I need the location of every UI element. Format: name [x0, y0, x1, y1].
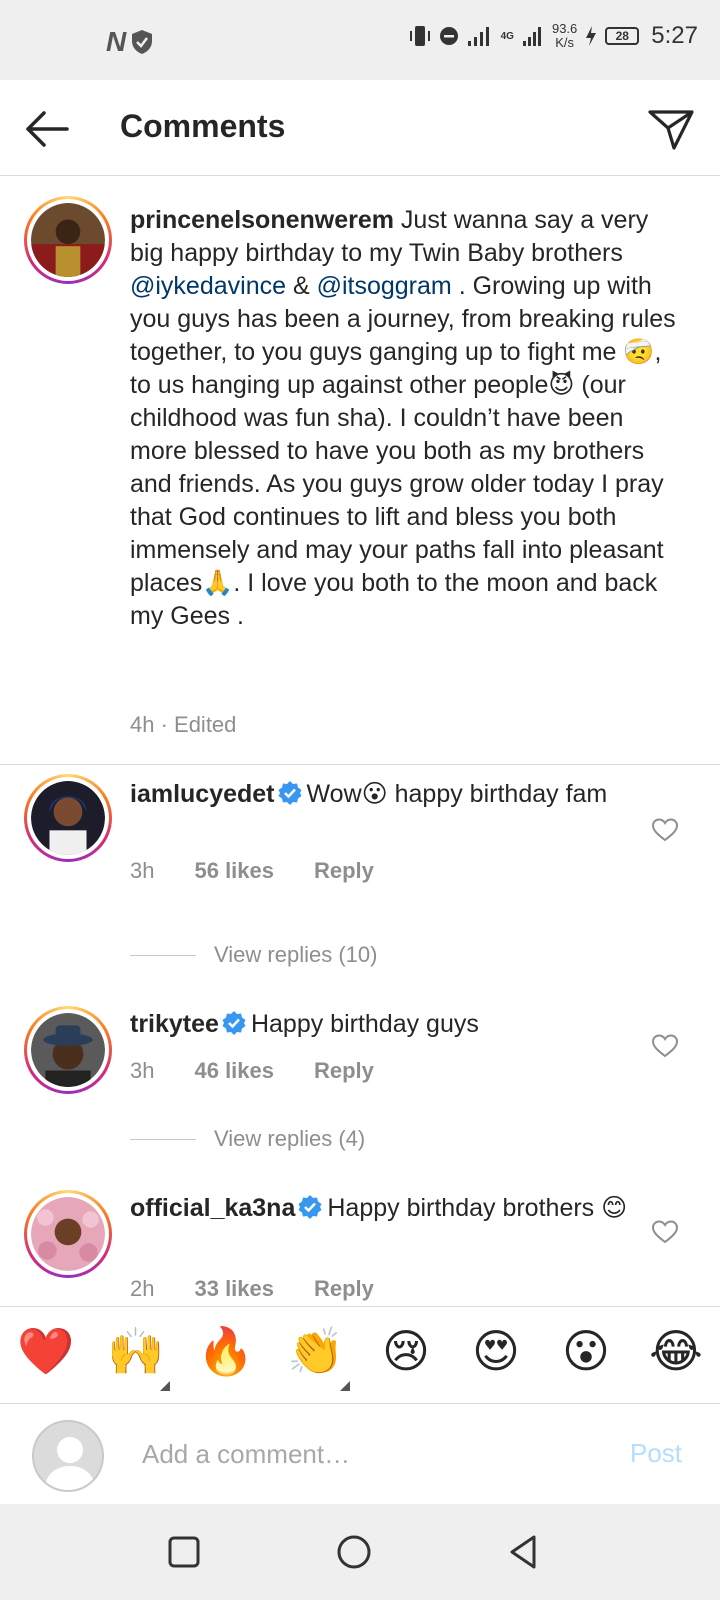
comment-username[interactable]: official_ka3na: [130, 1194, 295, 1222]
emoji-fire[interactable]: 🔥: [196, 1323, 256, 1379]
comment-time: 2h: [130, 1276, 155, 1301]
comment-time: 3h: [130, 1058, 155, 1083]
avatar-photo: [31, 781, 105, 855]
caption-timestamp: 4h · Edited: [130, 712, 237, 737]
skin-tone-indicator-icon: [160, 1381, 170, 1391]
comment-avatar[interactable]: [24, 774, 112, 862]
caption-text-part: &: [286, 272, 317, 300]
mention-link[interactable]: @itsoggram: [317, 272, 452, 300]
network-speed: 93.6 K/s: [552, 22, 577, 50]
comment-body: Happy birthday brothers 😊: [327, 1194, 628, 1222]
status-right: 4G 93.6 K/s 28 5:27: [409, 22, 698, 50]
view-replies-label: View replies (4): [214, 1126, 366, 1151]
like-heart-icon[interactable]: [652, 1034, 678, 1058]
comment-text: official_ka3na Happy birthday brothers 😊: [130, 1192, 640, 1225]
reply-button[interactable]: Reply: [314, 858, 374, 884]
comment-input[interactable]: [142, 1434, 602, 1474]
comment-meta: 2h 33 likes Reply: [130, 1276, 374, 1302]
page-title: Comments: [120, 108, 286, 144]
comment-username[interactable]: iamlucyedet: [130, 780, 275, 808]
status-bar: N 4G 93.6 K/s 28 5:27: [0, 0, 720, 80]
skin-tone-indicator-icon: [340, 1381, 350, 1391]
caption-text: princenelsonenwerem Just wanna say a ver…: [130, 204, 680, 633]
emoji-raising-hands[interactable]: 🙌: [106, 1323, 166, 1379]
default-avatar-icon: [34, 1422, 102, 1490]
battery-icon: 28: [605, 27, 640, 45]
comment-composer: Post: [0, 1404, 720, 1504]
caption-text-part: . Growing up with you guys has been a jo…: [130, 272, 676, 630]
clock: 5:27: [651, 22, 698, 49]
emoji-clapping-hands[interactable]: 👏: [286, 1323, 346, 1379]
direct-message-icon[interactable]: [646, 104, 696, 154]
avatar-photo: [31, 1197, 105, 1271]
system-navigation-bar: [0, 1504, 720, 1600]
notification-n-icon: N: [106, 26, 126, 57]
emoji-reaction-bar: ❤️ 🙌 🔥 👏 😢 😍 😮 😂: [0, 1306, 720, 1404]
vibrate-icon: [409, 26, 430, 46]
back-triangle-icon[interactable]: [504, 1532, 544, 1572]
reply-button[interactable]: Reply: [314, 1058, 374, 1084]
comment-text: iamlucyedet Wow😮 happy birthday fam: [130, 778, 640, 811]
emoji-heart-eyes[interactable]: 😍: [466, 1323, 526, 1379]
home-icon[interactable]: [334, 1532, 374, 1572]
charging-icon: [586, 26, 597, 46]
comment-avatar[interactable]: [24, 1006, 112, 1094]
back-arrow-icon[interactable]: [22, 104, 72, 154]
view-replies-button[interactable]: View replies (4): [130, 1126, 365, 1152]
emoji-tears-of-joy[interactable]: 😂: [646, 1323, 706, 1379]
caption-author-avatar[interactable]: [24, 196, 112, 284]
view-replies-button[interactable]: View replies (10): [130, 942, 377, 968]
verified-badge-icon: [222, 1011, 246, 1035]
dnd-icon: [439, 27, 458, 45]
current-user-avatar: [32, 1420, 104, 1492]
verified-badge-icon: [278, 781, 302, 805]
comment-avatar[interactable]: [24, 1190, 112, 1278]
signal-icon-2: [522, 27, 541, 46]
status-left: N: [106, 26, 153, 58]
caption-username[interactable]: princenelsonenwerem: [130, 206, 394, 234]
comment-body: Happy birthday guys: [250, 1010, 479, 1038]
avatar-photo: [31, 203, 105, 277]
reply-button[interactable]: Reply: [314, 1276, 374, 1302]
avatar-photo: [31, 1013, 105, 1087]
speed-value: 93.6: [551, 21, 578, 36]
replies-line: [130, 954, 196, 956]
divider: [0, 764, 720, 765]
comment-username[interactable]: trikytee: [130, 1010, 219, 1038]
top-app-bar: Comments: [0, 80, 720, 176]
comment-meta: 3h 56 likes Reply: [130, 858, 374, 884]
comment-time: 3h: [130, 858, 155, 883]
mention-link[interactable]: @iykedavince: [130, 272, 286, 300]
post-button[interactable]: Post: [630, 1438, 682, 1469]
network-type: 4G: [500, 30, 514, 42]
comment-likes[interactable]: 46 likes: [194, 1058, 274, 1084]
replies-line: [130, 1138, 196, 1140]
recent-apps-icon[interactable]: [164, 1532, 204, 1572]
comment-meta: 3h 46 likes Reply: [130, 1058, 374, 1084]
shield-icon: [132, 30, 153, 54]
verified-badge-icon: [298, 1195, 322, 1219]
signal-icon: [467, 27, 489, 46]
comment-text: trikytee Happy birthday guys: [130, 1008, 640, 1041]
emoji-crying-face[interactable]: 😢: [376, 1323, 436, 1379]
speed-unit: K/s: [555, 35, 575, 50]
like-heart-icon[interactable]: [652, 818, 678, 842]
comment-likes[interactable]: 56 likes: [194, 858, 274, 884]
view-replies-label: View replies (10): [214, 942, 378, 967]
emoji-open-mouth[interactable]: 😮: [556, 1323, 616, 1379]
comment-likes[interactable]: 33 likes: [194, 1276, 274, 1302]
like-heart-icon[interactable]: [652, 1220, 678, 1244]
emoji-red-heart[interactable]: ❤️: [16, 1323, 76, 1379]
comment-body: Wow😮 happy birthday fam: [306, 780, 608, 808]
